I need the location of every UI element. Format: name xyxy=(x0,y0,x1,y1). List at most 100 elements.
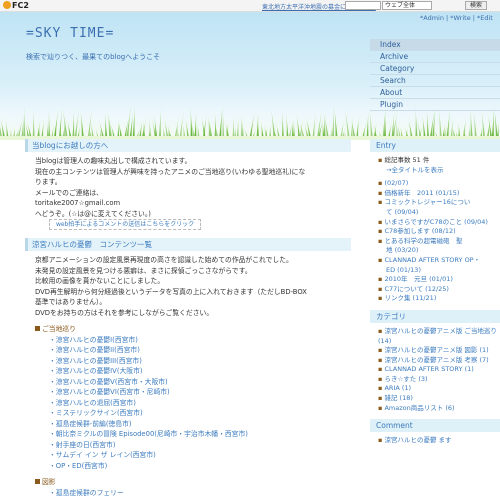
search-input[interactable] xyxy=(345,1,381,10)
entry-link[interactable]: いまさらですがC78のこと (09/04) xyxy=(384,218,488,226)
entry-link[interactable]: 地 (03/20) xyxy=(386,246,418,254)
content-link[interactable]: 涼宮ハルヒの憂鬱V(西宮市・大阪市) xyxy=(56,378,168,386)
entry-link[interactable]: (02/07) xyxy=(384,179,408,187)
text-line: 比較用の画像を貰かないことにしました。 xyxy=(35,277,165,285)
content-link[interactable]: 涼宮ハルヒの退屈(西宮市) xyxy=(56,399,136,407)
list-item: ED (01/13) xyxy=(378,266,500,276)
grass-blade xyxy=(369,106,374,140)
section-heading-label: 図影 xyxy=(42,478,56,486)
entry-link[interactable]: CLANNAD AFTER STORY OP・ xyxy=(384,256,480,264)
list-item: 雑記 (18) xyxy=(378,394,500,404)
grass-blade xyxy=(218,106,223,140)
category-list: 涼宮ハルヒの憂鬱アニメ版 ご当地巡り (14) 涼宮ハルヒの憂鬱アニメ版 図影 … xyxy=(370,323,500,419)
content-link[interactable]: 射手座の日(西宮市) xyxy=(56,441,116,449)
content-link[interactable]: ミステリックサイン(西宮市) xyxy=(56,409,143,417)
text-line: 京都アニメーションの設定風景再現度の高さを認識した始めての作品がこれでした。 xyxy=(35,256,293,264)
menu-item-plugin[interactable]: Plugin xyxy=(370,99,500,111)
web-clap-link[interactable]: web拍手によるコメントの送信はこちらをクリック xyxy=(49,219,202,230)
entry-title: 当blogにお越しの方へ xyxy=(25,139,351,152)
entry-body: 京都アニメーションの設定風景再現度の高さを認識した始めての作品がこれでした。 未… xyxy=(25,251,351,498)
list-item: 涼宮ハルヒの憂鬱アニメ版 考察 (7) xyxy=(378,356,500,366)
content-link[interactable]: 涼宮ハルヒの憂鬱I(西宮市) xyxy=(56,336,138,344)
all-titles-link[interactable]: →全タイトルを表示 xyxy=(386,166,443,174)
category-link[interactable]: 涼宮ハルヒの憂鬱アニメ版 ご当地巡り (14) xyxy=(378,327,497,345)
fc2-logo[interactable]: FC2 xyxy=(3,1,33,11)
list-item: 2010年 元旦 (01/01) xyxy=(378,275,500,285)
entry-link[interactable]: コミックトレジャー16につい xyxy=(384,198,470,206)
section-heading: 図影 xyxy=(35,477,351,488)
menu-item-category[interactable]: Category xyxy=(370,63,500,75)
entry-title-link[interactable]: 涼宮ハルヒの憂鬱 コンテンツ一覧 xyxy=(32,240,152,249)
grass-blade xyxy=(421,112,427,140)
content-link[interactable]: 涼宮ハルヒの憂鬱VI(西宮市・尼崎市) xyxy=(56,388,170,396)
entry-link[interactable]: ED (01/13) xyxy=(386,266,421,274)
content-link[interactable]: 孤島症候群-前編(徳島市) xyxy=(56,420,132,428)
entry-title-link[interactable]: 当blogにお越しの方へ xyxy=(32,141,108,150)
content-link[interactable]: サムデイ イン ザ レイン(西宮市) xyxy=(56,451,156,459)
square-bullet-icon xyxy=(35,479,40,484)
grass-blade xyxy=(179,111,184,140)
menu-item-archive[interactable]: Archive xyxy=(370,51,500,63)
list-item: いまさらですがC78のこと (09/04) xyxy=(378,218,500,228)
list-item: 涼宮ハルヒの憂鬱アニメ版 ご当地巡り (14) xyxy=(378,327,500,346)
category-link[interactable]: 涼宮ハルヒの憂鬱アニメ版 図影 (1) xyxy=(384,346,488,354)
grass-blade xyxy=(222,107,225,140)
entry-link[interactable]: リンク集 (11/21) xyxy=(384,294,436,302)
search-scope-select[interactable]: ウェブ全体 xyxy=(382,1,432,10)
category-link[interactable]: 涼宮ハルヒの憂鬱アニメ版 考察 (7) xyxy=(384,356,488,364)
list-item: 射手座の日(西宮市) xyxy=(49,440,351,451)
fc2-logo-icon xyxy=(3,1,11,9)
content-link[interactable]: OP・ED(西宮市) xyxy=(56,462,107,470)
content-link[interactable]: 涼宮ハルヒの憂鬱III(西宮市) xyxy=(56,357,142,365)
grass-blade xyxy=(331,104,335,140)
entry-link[interactable]: て (09/04) xyxy=(386,208,418,216)
list-item: CLANNAD AFTER STORY OP・ xyxy=(378,256,500,266)
sidebar-heading-entry: Entry xyxy=(370,139,500,152)
grass-blade xyxy=(312,111,316,140)
list-item: CLANNAD AFTER STORY (1) xyxy=(378,365,500,375)
category-link[interactable]: CLANNAD AFTER STORY (1) xyxy=(384,365,473,373)
list-item: ARIA (1) xyxy=(378,384,500,394)
menu-item-about[interactable]: About xyxy=(370,87,500,99)
sidebar-heading-comment: Comment xyxy=(370,419,500,433)
grass-blade xyxy=(58,107,63,140)
category-link[interactable]: Amazon商品リスト (6) xyxy=(384,404,454,412)
entry-link[interactable]: 価格新年 2011 (01/15) xyxy=(384,189,459,197)
text-line: toritake2007☆gmail.com xyxy=(35,199,121,207)
grass-blade xyxy=(281,108,285,140)
category-link[interactable]: 雑記 (18) xyxy=(384,394,412,402)
recent-entries: 総記事数 51 件 →全タイトルを表示 (02/07) 価格新年 2011 (0… xyxy=(370,152,500,310)
grass-blade xyxy=(23,104,26,140)
content-link[interactable]: 涼宮ハルヒの憂鬱IV(大阪市) xyxy=(56,367,143,375)
grass-blade xyxy=(32,107,35,140)
entry-count: 総記事数 51 件 xyxy=(378,156,500,166)
menu-item-search[interactable]: Search xyxy=(370,75,500,87)
list-item: ミステリックサイン(西宮市) xyxy=(49,408,351,419)
list-item: (02/07) xyxy=(378,179,500,189)
comment-link[interactable]: 涼宮ハルヒの憂鬱 ます xyxy=(384,436,451,444)
comment-list: 涼宮ハルヒの憂鬱 ます xyxy=(370,432,500,452)
grass-blade xyxy=(214,110,217,140)
list-item: とある科学の超電磁砲 聖 xyxy=(378,237,500,247)
list-item: Amazon商品リスト (6) xyxy=(378,404,500,414)
list-item: 涼宮ハルヒの憂鬱VI(西宮市・尼崎市) xyxy=(49,387,351,398)
content-link[interactable]: 朝比奈ミクルの冒険 Episode00(尼崎市・宇治市木幡・西宮市) xyxy=(56,430,248,438)
category-link[interactable]: ARIA (1) xyxy=(384,384,411,392)
list-item: 価格新年 2011 (01/15) xyxy=(378,189,500,199)
entry-link[interactable]: とある科学の超電磁砲 聖 xyxy=(384,237,462,245)
entry-link[interactable]: C78参加します (08/12) xyxy=(384,227,455,235)
content-link[interactable]: 涼宮ハルヒの憂鬱II(西宮市) xyxy=(56,346,140,354)
blog-title[interactable]: =SKY TIME= xyxy=(26,26,114,41)
list-item: 涼宮ハルヒの憂鬱II(西宮市) xyxy=(49,345,351,356)
grass-blade xyxy=(80,107,85,140)
entry-link[interactable]: C77について (12/25) xyxy=(384,285,449,293)
search-button[interactable]: 検索 xyxy=(465,1,487,10)
admin-links[interactable]: *Admin | *Write | *Edit xyxy=(420,14,493,22)
entry-link[interactable]: 2010年 元旦 (01/01) xyxy=(384,275,452,283)
category-link[interactable]: らき☆すた (3) xyxy=(384,375,427,383)
grass-blade xyxy=(190,105,193,140)
menu-item-index[interactable]: Index xyxy=(370,39,500,51)
list-item: 涼宮ハルヒの退屈(西宮市) xyxy=(49,398,351,409)
sidebar-heading-category: カテゴリ xyxy=(370,309,500,323)
content-link[interactable]: 孤島症候群のフェリー xyxy=(56,489,124,497)
